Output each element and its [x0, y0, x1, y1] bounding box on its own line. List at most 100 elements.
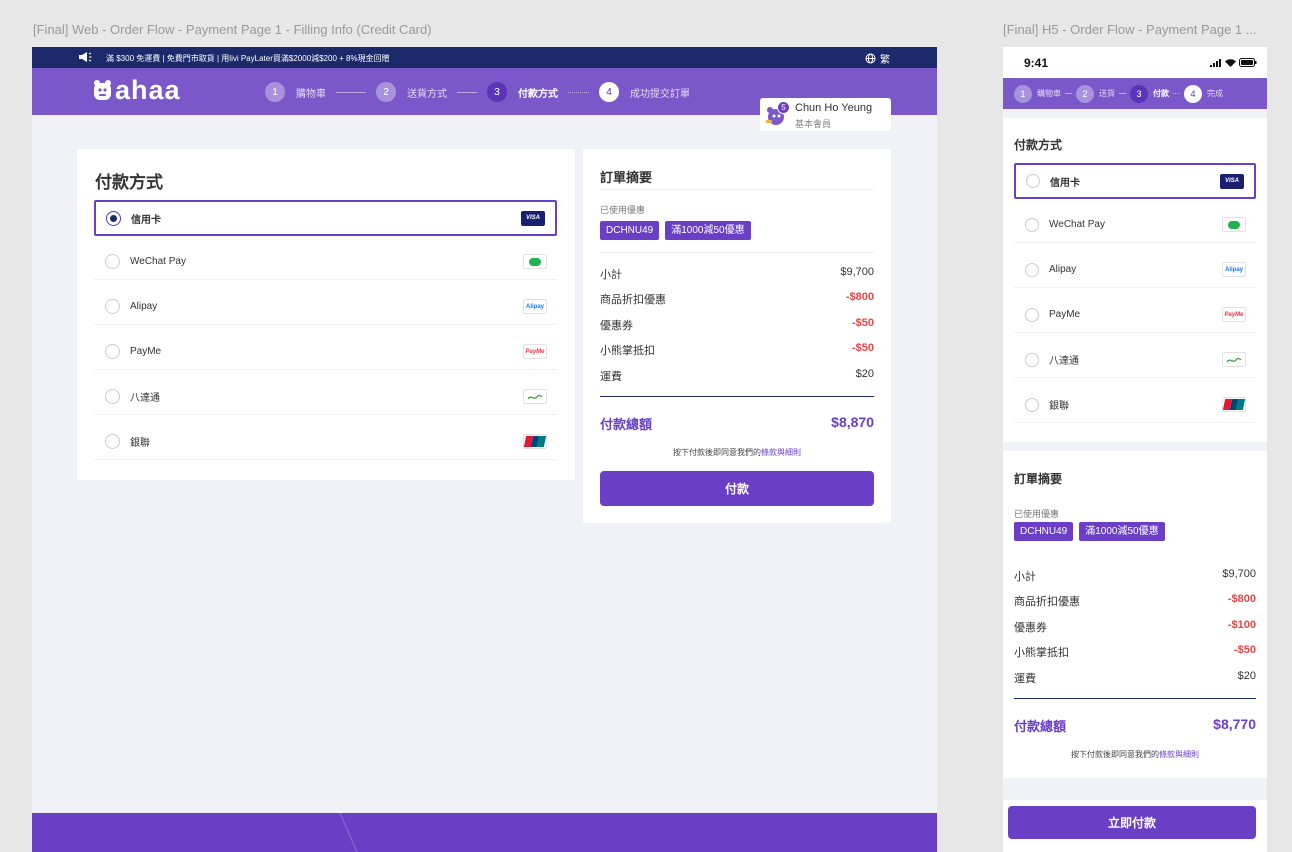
payment-option-label: 銀聯: [130, 438, 150, 449]
payment-option-octopus[interactable]: 八達通: [1014, 342, 1256, 378]
payment-option-alipay[interactable]: Alipay Alipay: [1014, 252, 1256, 288]
payment-method-card: 付款方式 信用卡 VISA WeChat Pay Alipay Alipay P…: [77, 149, 575, 480]
unionpay-icon: [523, 434, 547, 449]
h5-checkout-stepper: 1 購物車 2 送貨 3 付款 4 完成: [1003, 78, 1267, 109]
terms-link[interactable]: 條款與細則: [1159, 750, 1199, 759]
step-number: 3: [1130, 84, 1148, 103]
pay-now-button[interactable]: 立即付款: [1008, 806, 1256, 839]
used-coupons-label: 已使用優惠: [1014, 509, 1060, 519]
step-label: 購物車: [1037, 89, 1061, 98]
signal-icon: [1210, 58, 1221, 67]
radio-selected[interactable]: [1026, 174, 1040, 188]
status-time: 9:41: [1024, 56, 1049, 70]
summary-row-coupon: 優惠券 -$50: [600, 317, 874, 333]
coupon-chip[interactable]: DCHNU49: [1014, 522, 1074, 541]
payment-option-label: WeChat Pay: [1049, 219, 1105, 230]
payment-option-unionpay[interactable]: 銀聯: [94, 424, 557, 460]
payment-option-octopus[interactable]: 八達通: [94, 379, 557, 415]
payment-option-credit-card[interactable]: 信用卡 VISA: [94, 200, 557, 236]
pay-button[interactable]: 付款: [600, 471, 874, 506]
alipay-icon: Alipay: [1222, 262, 1246, 277]
globe-icon: [865, 53, 876, 64]
coupon-chip[interactable]: DCHNU49: [600, 221, 660, 240]
row-label: 運費: [600, 371, 622, 383]
octopus-icon: [523, 389, 547, 404]
radio-unselected[interactable]: [1025, 307, 1039, 322]
total-divider: [600, 396, 874, 397]
h5-frame-label: [Final] H5 - Order Flow - Payment Page 1…: [1003, 22, 1257, 37]
payment-option-credit-card[interactable]: 信用卡 VISA: [1014, 163, 1256, 199]
used-coupons-label: 已使用優惠: [600, 205, 646, 215]
step-complete: 4 成功提交訂單: [599, 82, 690, 102]
summary-row-subtotal: 小計 $9,700: [1014, 568, 1256, 584]
radio-unselected[interactable]: [1025, 217, 1039, 232]
radio-selected[interactable]: [106, 210, 121, 226]
user-account-card[interactable]: 5 Chun Ho Yeung 基本會員: [760, 98, 891, 131]
payment-option-label: 八達通: [130, 393, 160, 404]
language-switch[interactable]: 繁: [865, 51, 890, 66]
payment-option-wechat-pay[interactable]: WeChat Pay: [1014, 207, 1256, 243]
radio-unselected[interactable]: [1025, 397, 1039, 412]
coupon-chips: DCHNU49 滿1000減50優惠: [600, 221, 751, 240]
battery-icon: [1239, 58, 1257, 67]
payment-option-label: Alipay: [130, 301, 158, 312]
row-value: $9,700: [1222, 568, 1256, 580]
octopus-icon: [1222, 352, 1246, 367]
row-value: -$50: [851, 342, 874, 354]
step-number: 2: [1076, 84, 1094, 103]
total-label: 付款總額: [1014, 719, 1067, 734]
terms-text: 按下付款後即同意我們的: [673, 448, 761, 457]
h5-payment-page: 9:41 1 購物車 2 送貨 3 付款 4 完成 付款方式 信用卡 VISA …: [1003, 47, 1267, 852]
row-label: 商品折扣優惠: [600, 294, 666, 306]
h5-order-summary-card: 訂單摘要 已使用優惠 DCHNU49 滿1000減50優惠 小計 $9,700 …: [1003, 451, 1267, 778]
payment-option-label: 信用卡: [1050, 177, 1080, 189]
row-value: -$800: [845, 291, 874, 303]
row-value: -$50: [1233, 644, 1256, 656]
h5-sticky-footer: 立即付款: [1003, 800, 1267, 852]
summary-row-shipping: 運費 $20: [600, 368, 874, 384]
coupon-chip[interactable]: 滿1000減50優惠: [665, 221, 751, 240]
payme-icon: PayMe: [1222, 307, 1246, 322]
summary-row-product-discount: 商品折扣優惠 -$800: [1014, 593, 1256, 609]
step-number: 2: [376, 82, 396, 102]
radio-unselected[interactable]: [105, 299, 120, 314]
radio-unselected[interactable]: [1025, 352, 1039, 367]
row-label: 小計: [1014, 571, 1036, 583]
alipay-icon: Alipay: [523, 299, 547, 314]
total-value: $8,870: [831, 414, 874, 430]
step-connector: [1173, 93, 1180, 94]
row-value: -$800: [1227, 593, 1256, 605]
summary-row-product-discount: 商品折扣優惠 -$800: [600, 291, 874, 307]
user-name: Chun Ho Yeung: [795, 102, 873, 114]
radio-unselected[interactable]: [105, 254, 120, 269]
payment-option-alipay[interactable]: Alipay Alipay: [94, 289, 557, 325]
logo-wordmark: ahaa: [115, 75, 181, 105]
bear-logo-icon: [94, 80, 111, 100]
row-value: $20: [855, 368, 874, 380]
radio-unselected[interactable]: [105, 389, 120, 404]
radio-unselected[interactable]: [1025, 262, 1039, 277]
payment-option-label: 八達通: [1049, 356, 1079, 367]
radio-unselected[interactable]: [105, 434, 120, 449]
step-number: 1: [265, 82, 285, 102]
ahaa-logo[interactable]: ahaa: [93, 75, 181, 105]
payment-option-unionpay[interactable]: 銀聯: [1014, 387, 1256, 423]
terms-link[interactable]: 條款與細則: [761, 448, 801, 457]
step-complete: 4 完成: [1184, 84, 1223, 103]
row-label: 小熊掌抵扣: [1014, 647, 1069, 659]
step-number: 4: [1184, 84, 1202, 103]
visa-icon: VISA: [521, 210, 545, 226]
summary-row-subtotal: 小計 $9,700: [600, 266, 874, 282]
wechat-pay-icon: [1222, 217, 1246, 232]
payment-option-payme[interactable]: PayMe PayMe: [94, 334, 557, 370]
payment-option-payme[interactable]: PayMe PayMe: [1014, 297, 1256, 333]
checkout-stepper: 1 購物車 2 送貨方式 3 付款方式 4 成功提交訂單: [265, 82, 690, 102]
payment-option-wechat-pay[interactable]: WeChat Pay: [94, 244, 557, 280]
divider: [600, 189, 874, 190]
terms-note: 按下付款後即同意我們的條款與細則: [583, 447, 891, 458]
step-number: 1: [1014, 84, 1032, 103]
summary-title: 訂單摘要: [1014, 472, 1063, 486]
radio-unselected[interactable]: [105, 344, 120, 359]
coupon-chip[interactable]: 滿1000減50優惠: [1079, 522, 1165, 541]
step-label: 送貨: [1099, 89, 1115, 98]
